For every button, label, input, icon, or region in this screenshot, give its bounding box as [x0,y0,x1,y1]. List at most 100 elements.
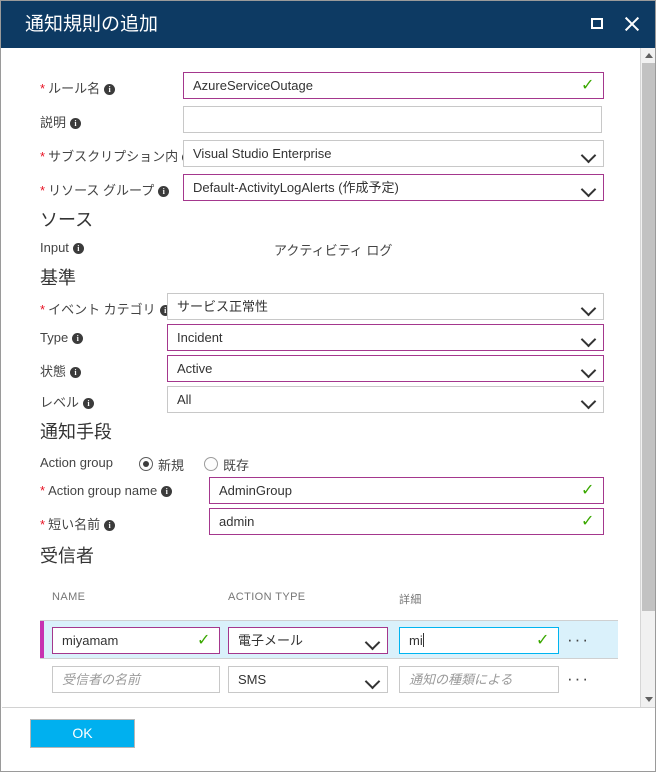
action-group-new-radio[interactable] [139,457,153,471]
row-selection-accent [40,621,44,658]
source-section-heading: ソース [40,210,94,230]
rule-name-label: * ルール名 i [40,78,116,97]
criteria-section-heading: 基準 [40,268,76,288]
required-asterisk: * [40,517,46,532]
resource-group-label: * リソース グループ i [40,180,170,199]
action-group-mode-row: Action group 新規 既存 [2,449,640,480]
add-notification-rule-dialog: 通知規則の追加 * ルール名 i AzureServiceOutage ✓ 説明… [0,0,656,772]
scroll-down-arrow-icon [645,697,653,702]
action-group-name-input[interactable]: AdminGroup ✓ [209,477,604,504]
valid-check-icon: ✓ [581,77,595,94]
type-select[interactable]: Incident [167,324,604,351]
ok-button[interactable]: OK [30,719,135,748]
required-asterisk: * [40,183,46,198]
content-scrollbar[interactable] [640,48,655,707]
status-label: 状態 i [40,361,82,380]
chevron-down-icon [580,393,597,410]
receiver-detail-input[interactable]: mi ✓ [399,627,559,654]
action-group-existing-label[interactable]: 既存 [223,455,249,474]
receiver-action-type-select[interactable]: 電子メール [228,627,388,654]
dialog-titlebar: 通知規則の追加 [1,1,655,48]
rule-name-input[interactable]: AzureServiceOutage ✓ [183,72,604,99]
valid-check-icon: ✓ [536,632,550,649]
maximize-icon [591,18,603,29]
receiver-action-type-select[interactable]: SMS [228,666,388,693]
chevron-down-icon [364,673,381,690]
valid-check-icon: ✓ [581,482,595,499]
action-group-name-row: * Action group name i AdminGroup ✓ [2,477,640,508]
action-group-existing-radio[interactable] [204,457,218,471]
info-icon: i [158,186,170,197]
notification-section-heading: 通知手段 [40,422,112,442]
receiver-name-input[interactable]: miyamam ✓ [52,627,220,654]
info-icon: i [161,486,173,497]
close-button[interactable] [619,11,645,37]
column-header-name: NAME [52,591,86,603]
receiver-detail-input[interactable]: 通知の種類による [399,666,559,693]
info-icon: i [104,84,116,95]
level-label: レベル i [40,392,95,411]
resource-group-row: * リソース グループ i Default-ActivityLogAlerts (作… [2,174,640,205]
chevron-down-icon [580,181,597,198]
info-icon: i [83,398,95,409]
receivers-section-heading: 受信者 [40,546,94,566]
subscription-select[interactable]: Visual Studio Enterprise [183,140,604,167]
table-row[interactable]: miyamam ✓ 電子メール mi ✓ ··· [40,620,618,659]
short-name-label: * 短い名前 i [40,514,116,533]
short-name-row: * 短い名前 i admin ✓ [2,508,640,539]
rule-name-row: * ルール名 i AzureServiceOutage ✓ [2,72,640,103]
scroll-down-button[interactable] [641,692,655,707]
receivers-column-headers: NAME ACTION TYPE 詳細 [2,591,640,607]
level-select[interactable]: All [167,386,604,413]
maximize-button[interactable] [585,11,611,37]
receiver-name-input[interactable]: 受信者の名前 [52,666,220,693]
status-row: 状態 i Active [2,355,640,386]
dialog-footer: OK [2,707,655,771]
chevron-down-icon [580,147,597,164]
source-input-value: アクティビティ ログ [274,243,393,258]
chevron-down-icon [580,362,597,379]
dialog-content: * ルール名 i AzureServiceOutage ✓ 説明 i * サブスクリプシ… [2,48,640,707]
description-row: 説明 i [2,106,640,137]
required-asterisk: * [40,81,46,96]
column-header-action-type: ACTION TYPE [228,591,306,603]
short-name-input[interactable]: admin ✓ [209,508,604,535]
table-row[interactable]: 受信者の名前 SMS 通知の種類による ··· [40,660,618,699]
info-icon: i [70,367,82,378]
type-row: Type i Incident [2,324,640,355]
scroll-up-button[interactable] [641,48,655,63]
subscription-row: *サブスクリプション内i Visual Studio Enterprise [2,140,640,171]
chevron-down-icon [580,331,597,348]
column-header-detail: 詳細 [399,594,422,606]
required-asterisk: * [40,149,46,164]
description-input[interactable] [183,106,602,133]
receiver-row-menu-button[interactable]: ··· [567,670,590,687]
action-group-new-label[interactable]: 新規 [158,455,184,474]
status-select[interactable]: Active [167,355,604,382]
info-icon: i [72,243,84,254]
subscription-label: *サブスクリプション内i [40,146,194,165]
valid-check-icon: ✓ [581,513,595,530]
source-input-row: Input i アクティビティ ログ [2,234,640,265]
chevron-down-icon [364,634,381,651]
event-category-select[interactable]: サービス正常性 [167,293,604,320]
text-cursor [422,633,424,647]
source-input-label: Input i [40,240,84,255]
required-asterisk: * [40,302,46,317]
info-icon: i [70,118,82,129]
info-icon: i [72,333,84,344]
resource-group-select[interactable]: Default-ActivityLogAlerts (作成予定) [183,174,604,201]
event-category-label: * イベント カテゴリ i [40,299,171,318]
scrollbar-thumb[interactable] [642,63,655,611]
chevron-down-icon [580,300,597,317]
receiver-row-menu-button[interactable]: ··· [567,631,590,648]
action-group-name-label: * Action group name i [40,483,173,498]
required-asterisk: * [40,483,46,498]
close-icon [619,11,645,37]
description-label: 説明 i [40,112,82,131]
level-row: レベル i All [2,386,640,417]
action-group-label: Action group [40,455,113,470]
valid-check-icon: ✓ [197,632,211,649]
info-icon: i [104,520,116,531]
type-label: Type i [40,330,84,345]
